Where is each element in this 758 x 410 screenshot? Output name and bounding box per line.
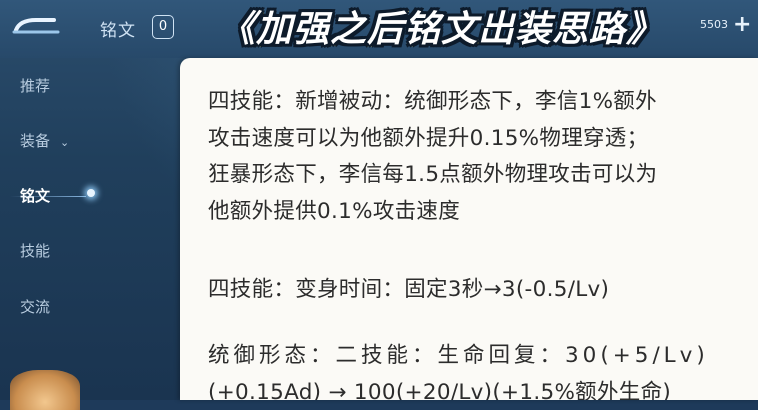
sidebar-item-label: 装备 xyxy=(20,132,51,150)
text-line: 统御形态：二技能：生命回复：30(+5/Lv) xyxy=(208,343,709,368)
sidebar-item-label: 技能 xyxy=(20,242,51,260)
tab-count-badge: 0 xyxy=(152,15,174,39)
chevron-down-icon: ⌄ xyxy=(60,136,70,149)
add-button[interactable]: + xyxy=(733,13,751,37)
sidebar-item-label: 推荐 xyxy=(20,77,51,95)
regen-paragraph: 统御形态：二技能：生命回复：30(+5/Lv) (+0.15Ad) → 100(… xyxy=(208,338,758,400)
skill-description-paragraph: 四技能：新增被动：统御形态下，李信1%额外 攻击速度可以为他额外提升0.15%物… xyxy=(208,84,758,230)
sidebar-item-equipment[interactable]: 装备 ⌄ xyxy=(20,130,69,151)
tab-title: 铭文 xyxy=(100,21,136,41)
back-button[interactable] xyxy=(10,10,62,40)
coin-value: 5503 xyxy=(700,18,728,31)
transform-time-paragraph: 四技能：变身时间：固定3秒→3(-0.5/Lv) xyxy=(208,272,758,309)
avatar xyxy=(10,370,80,410)
text-line: 狂暴形态下，李信每1.5点额外物理攻击可以为 xyxy=(208,162,658,187)
sidebar-item-discussion[interactable]: 交流 xyxy=(20,296,50,317)
text-line: 他额外提供0.1%攻击速度 xyxy=(208,198,461,224)
content-panel: 四技能：新增被动：统御形态下，李信1%额外 攻击速度可以为他额外提升0.15%物… xyxy=(180,58,758,400)
text-line: 四技能：变身时间：固定3秒→3(-0.5/Lv) xyxy=(208,277,610,302)
sidebar-item-skills[interactable]: 技能 xyxy=(20,240,50,261)
text-line: 四技能：新增被动：统御形态下，李信1%额外 xyxy=(208,89,657,114)
text-line: 攻击速度可以为他额外提升0.15%物理穿透； xyxy=(208,125,649,151)
active-indicator-dot xyxy=(87,189,95,197)
sidebar: 推荐 装备 ⌄ 铭文 技能 交流 xyxy=(0,58,96,400)
back-arrow-icon xyxy=(12,18,60,34)
sidebar-item-label: 交流 xyxy=(20,298,51,316)
headline-banner: 《加强之后铭文出装思路》 xyxy=(218,9,663,50)
active-indicator-line xyxy=(10,196,86,197)
text-line: (+0.15Ad) → 100(+20/Lv)(+1.5%额外生命) xyxy=(208,379,672,401)
sidebar-item-recommend[interactable]: 推荐 xyxy=(20,75,50,96)
